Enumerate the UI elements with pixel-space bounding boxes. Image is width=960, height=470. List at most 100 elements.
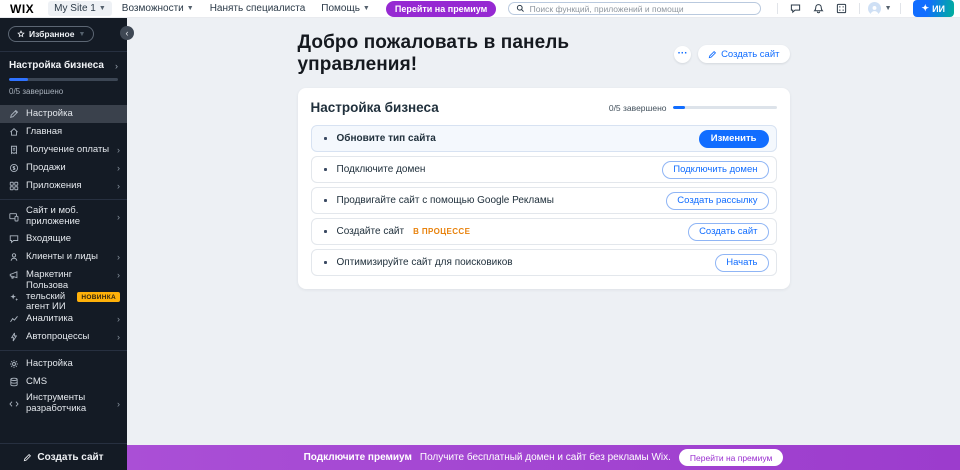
ai-assistant-button[interactable]: ✦ ИИ (913, 0, 954, 17)
chevron-down-icon[interactable]: ▼ (885, 5, 892, 12)
sidebar-item-analytics[interactable]: Аналитика › (0, 310, 127, 328)
apps-grid-icon[interactable] (832, 3, 851, 14)
chevron-right-icon: › (117, 314, 120, 324)
setup-progress-bar (9, 78, 118, 81)
more-options-button[interactable]: ··· (674, 46, 691, 63)
chevron-right-icon: › (117, 145, 120, 155)
bullet-dot (324, 199, 327, 202)
bullet-dot (324, 168, 327, 171)
divider (859, 3, 860, 14)
chevron-right-icon: › (117, 332, 120, 342)
sidebar-item-inbox[interactable]: Входящие (0, 230, 127, 248)
task-row-connect-domain[interactable]: Подключите домен Подключить домен (311, 156, 777, 183)
chevron-right-icon: › (117, 252, 120, 262)
sidebar-create-site-button[interactable]: Создать сайт (0, 443, 127, 470)
person-icon (9, 252, 19, 262)
task-row-google-ads[interactable]: Продвигайте сайт с помощью Google Реклам… (311, 187, 777, 214)
chevron-down-icon: ▼ (363, 5, 370, 12)
main-area: Добро пожаловать в панель управления! ··… (127, 18, 960, 470)
sidebar-item-apps[interactable]: Приложения › (0, 177, 127, 195)
chevron-down-icon: ▼ (99, 5, 106, 12)
task-row-create-site[interactable]: Создайте сайт В ПРОЦЕССЕ Создать сайт (311, 218, 777, 245)
favorites-button[interactable]: Избранное ▼ (8, 26, 94, 42)
search-input[interactable] (530, 4, 753, 14)
bullet-dot (324, 261, 327, 264)
sidebar-item-ai-agent[interactable]: Пользовательский агент ИИ НОВИНКА (0, 284, 127, 310)
setup-section-title: Настройка бизнеса (9, 60, 104, 71)
card-progress-bar (673, 106, 777, 109)
upgrade-premium-button[interactable]: Перейти на премиум (386, 1, 496, 17)
bullet-dot (324, 230, 327, 233)
chevron-right-icon: › (117, 212, 120, 222)
divider (0, 350, 127, 351)
avatar[interactable] (868, 2, 881, 15)
receipt-icon (9, 145, 19, 155)
nav-features[interactable]: Возможности ▼ (116, 1, 200, 16)
home-icon (9, 127, 19, 137)
favorites-row: Избранное ▼ (0, 18, 127, 52)
divider (0, 199, 127, 200)
code-icon (9, 399, 19, 409)
ai-sparkle-icon (9, 292, 19, 302)
sidebar-item-contacts[interactable]: Клиенты и лиды › (0, 248, 127, 266)
chevron-down-icon: ▼ (78, 31, 85, 38)
bullet-dot (324, 137, 327, 140)
create-site-button[interactable]: Создать сайт (698, 45, 789, 63)
site-menu[interactable]: My Site 1 ▼ (48, 1, 112, 16)
start-button[interactable]: Начать (715, 254, 768, 272)
wix-logo: WIX (10, 2, 34, 16)
setup-pencil-icon (9, 109, 19, 119)
chat-icon[interactable] (786, 3, 805, 14)
sidebar-item-settings[interactable]: Настройка (0, 355, 127, 373)
sidebar-collapse-button[interactable]: ‹ (120, 26, 134, 40)
page-title: Добро пожаловать в панель управления! (298, 32, 675, 76)
task-row-update-site-type[interactable]: Обновите тип сайта Изменить (311, 125, 777, 152)
chevron-right-icon: › (115, 61, 118, 71)
sidebar-item-setup[interactable]: Настройка (0, 105, 127, 123)
footer-premium-button[interactable]: Перейти на премиум (679, 449, 783, 466)
lightning-icon (9, 332, 19, 342)
nav-hire-specialist[interactable]: Нанять специалиста (204, 1, 312, 16)
pencil-icon (23, 453, 32, 462)
sidebar-item-automations[interactable]: Автопроцессы › (0, 328, 127, 346)
in-progress-status: В ПРОЦЕССЕ (413, 227, 470, 236)
sidebar-item-cms[interactable]: CMS (0, 373, 127, 391)
site-mobile-icon (9, 212, 19, 222)
task-row-seo[interactable]: Оптимизируйте сайт для поисковиков Начат… (311, 249, 777, 276)
chevron-right-icon: › (117, 163, 120, 173)
chevron-down-icon: ▼ (187, 5, 194, 12)
apps-icon (9, 181, 19, 191)
change-button[interactable]: Изменить (699, 130, 769, 148)
create-campaign-button[interactable]: Создать рассылку (666, 192, 768, 210)
card-progress-label: 0/5 завершено (609, 103, 667, 113)
dollar-circle-icon (9, 163, 19, 173)
setup-progress-section[interactable]: Настройка бизнеса › 0/5 завершено (0, 52, 127, 105)
divider (777, 3, 778, 14)
create-site-task-button[interactable]: Создать сайт (688, 223, 768, 241)
notifications-bell-icon[interactable] (809, 3, 828, 14)
connect-domain-button[interactable]: Подключить домен (662, 161, 768, 179)
site-menu-label: My Site 1 (54, 3, 96, 14)
search-bar[interactable] (508, 2, 761, 15)
search-icon (516, 4, 525, 13)
new-badge: НОВИНКА (77, 292, 120, 302)
sidebar-item-site-mobile[interactable]: Сайт и моб. приложение › (0, 204, 127, 230)
setup-card: Настройка бизнеса 0/5 завершено Обновите… (298, 88, 790, 289)
gear-icon (9, 359, 19, 369)
chevron-right-icon: › (117, 270, 120, 280)
divider (900, 3, 901, 14)
sidebar-item-dev-tools[interactable]: Инструменты разработчика › (0, 391, 127, 417)
sidebar-item-sales[interactable]: Продажи › (0, 159, 127, 177)
main-header: Добро пожаловать в панель управления! ··… (298, 18, 790, 88)
pencil-icon (708, 50, 717, 59)
setup-progress-label: 0/5 завершено (9, 87, 118, 96)
footer-banner-text: Получите бесплатный домен и сайт без рек… (420, 452, 671, 463)
chevron-right-icon: › (117, 399, 120, 409)
sidebar-item-payments[interactable]: Получение оплаты › (0, 141, 127, 159)
sidebar-item-home[interactable]: Главная (0, 123, 127, 141)
analytics-chart-icon (9, 314, 19, 324)
sparkle-icon: ✦ (922, 3, 930, 14)
database-icon (9, 377, 19, 387)
nav-help[interactable]: Помощь ▼ (315, 1, 376, 16)
footer-banner-title: Подключите премиум (304, 452, 412, 463)
